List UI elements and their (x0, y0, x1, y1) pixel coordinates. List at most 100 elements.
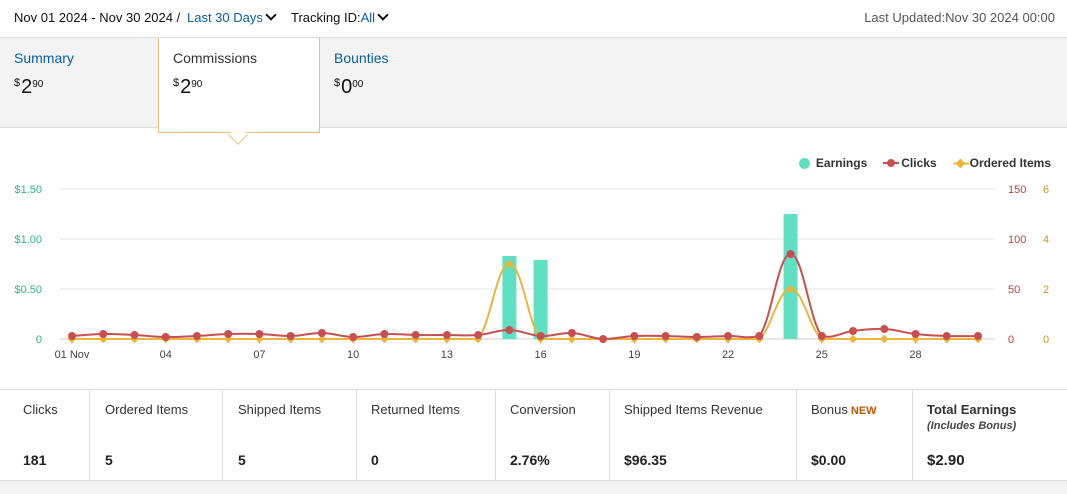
y-clicks-tick-label: 100 (1008, 234, 1026, 246)
clicks-dot-icon (883, 159, 900, 167)
metric-bonus: Bonus NEW $0.00 (797, 390, 913, 480)
earnings-dot-icon (798, 157, 810, 169)
tab-bounties[interactable]: Bounties $000 (320, 38, 480, 128)
earnings-chart: 0 0 0 $0.50 50 2 $1.00 100 4 $1.50 150 6 01 Nov 04 07 1… (14, 184, 1049, 361)
metric-total-earnings: Total Earnings (Includes Bonus) $2.90 (913, 390, 1067, 480)
x-tick-label: 16 (534, 349, 546, 361)
tab-summary-label: Summary (14, 50, 74, 66)
chevron-down-icon (265, 9, 277, 21)
metric-bonus-value: $0.00 (811, 452, 847, 468)
clicks-point (692, 333, 701, 341)
tab-summary-amount: $290 (14, 76, 44, 98)
earnings-bar (783, 214, 798, 339)
tab-bounties-label: Bounties (334, 50, 389, 66)
metric-returned-items: Returned Items 0 (357, 390, 496, 480)
tab-commissions[interactable]: Commissions $290 (158, 38, 320, 133)
chevron-down-icon (377, 9, 389, 21)
x-tick-label: 28 (909, 349, 921, 361)
clicks-point (192, 332, 201, 340)
y-ordered-tick-label: 2 (1043, 284, 1049, 296)
x-tick-label: 10 (347, 349, 359, 361)
clicks-point (817, 332, 826, 340)
y-left-tick-label: $0.50 (14, 284, 42, 296)
metric-shipped-revenue: Shipped Items Revenue $96.35 (610, 390, 797, 480)
clicks-point (317, 329, 326, 337)
footer-band (0, 481, 1067, 494)
date-range-text: Nov 01 2024 - Nov 30 2024 / (14, 10, 181, 25)
clicks-point (630, 332, 639, 340)
y-clicks-tick-label: 150 (1008, 184, 1026, 196)
tracking-id-dropdown[interactable]: Tracking ID:All (291, 9, 389, 25)
y-clicks-tick-label: 50 (1008, 284, 1020, 296)
clicks-point (880, 325, 889, 333)
x-tick-label: 19 (628, 349, 640, 361)
legend-clicks[interactable]: Clicks (883, 156, 937, 170)
metric-shipped-value: 5 (238, 452, 246, 468)
clicks-point (942, 332, 951, 340)
clicks-point (255, 330, 264, 338)
y-left-tick-label: $1.00 (14, 234, 42, 246)
clicks-point (505, 326, 514, 334)
tab-commissions-amount: $290 (173, 76, 203, 98)
y-clicks-tick-label: 0 (1008, 334, 1014, 346)
x-tick-label: 22 (722, 349, 734, 361)
chart-legend: Earnings Clicks Ordered Items (798, 156, 1051, 170)
date-range-dropdown[interactable]: Last 30 Days (187, 9, 277, 25)
last-updated-text: Last Updated:Nov 30 2024 00:00 (864, 10, 1055, 25)
filter-bar: Nov 01 2024 - Nov 30 2024 / Last 30 Days… (0, 0, 1067, 38)
tab-bounties-amount: $000 (334, 76, 364, 98)
ordered-items-line (72, 262, 978, 340)
clicks-point (286, 332, 295, 340)
y-left-tick-label: $1.50 (14, 184, 42, 196)
y-ordered-tick-label: 4 (1043, 234, 1049, 246)
tab-commissions-label: Commissions (173, 50, 258, 66)
y-ordered-tick-label: 0 (1043, 334, 1049, 346)
clicks-point (599, 335, 608, 343)
clicks-point (911, 330, 920, 338)
metric-clicks: Clicks 181 (0, 390, 90, 480)
metric-conversion-value: 2.76% (510, 452, 550, 468)
clicks-point (130, 331, 139, 339)
date-range-link-label: Last 30 Days (187, 10, 263, 25)
clicks-point (442, 331, 451, 339)
clicks-point (224, 330, 233, 338)
metrics-row: Clicks 181 Ordered Items 5 Shipped Items… (0, 389, 1067, 481)
legend-ordered-items[interactable]: Ordered Items (955, 156, 1051, 170)
y-ordered-tick-label: 6 (1043, 184, 1049, 196)
clicks-point (661, 332, 670, 340)
clicks-point (567, 329, 576, 337)
clicks-point (68, 332, 76, 340)
includes-bonus-note: (Includes Bonus) (927, 420, 1017, 432)
metric-conversion: Conversion 2.76% (496, 390, 610, 480)
clicks-point (974, 332, 982, 340)
clicks-point (380, 330, 389, 338)
legend-earnings[interactable]: Earnings (798, 156, 867, 170)
clicks-point (755, 332, 764, 340)
clicks-point (849, 327, 858, 335)
clicks-point (724, 332, 733, 340)
new-badge: NEW (850, 405, 877, 417)
clicks-point (474, 331, 483, 339)
x-tick-label: 25 (816, 349, 828, 361)
ordered-diamond-icon (955, 158, 966, 168)
metric-revenue-value: $96.35 (624, 452, 667, 468)
ordered-items-point (848, 334, 858, 344)
ordered-items-point (880, 334, 889, 344)
metric-clicks-value: 181 (23, 452, 47, 468)
clicks-point (536, 332, 545, 340)
metric-ordered-value: 5 (105, 452, 113, 468)
metric-returned-value: 0 (371, 452, 379, 468)
clicks-point (349, 333, 358, 341)
metric-shipped-items: Shipped Items 5 (223, 390, 357, 480)
x-tick-label: 01 Nov (55, 349, 90, 361)
clicks-point (786, 250, 795, 258)
metric-ordered-items: Ordered Items 5 (90, 390, 223, 480)
metric-total-value: $2.90 (927, 452, 965, 469)
clicks-point (411, 331, 420, 339)
y-left-tick-label: 0 (36, 334, 42, 346)
tab-summary[interactable]: Summary $290 (0, 38, 158, 128)
earnings-bar (533, 260, 548, 339)
tracking-id-value: All (360, 10, 376, 25)
clicks-point (161, 333, 170, 341)
clicks-point (99, 330, 108, 338)
